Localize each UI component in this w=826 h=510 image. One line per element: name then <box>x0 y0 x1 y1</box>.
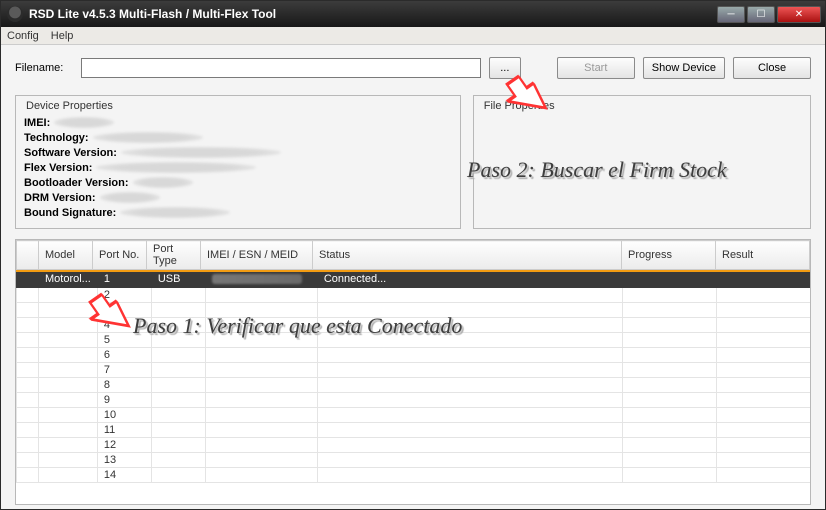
table-row[interactable]: 11 <box>17 422 811 437</box>
cell-port-no: 12 <box>97 437 151 452</box>
device-properties-panel: Device Properties IMEI: Technology: Soft… <box>15 95 461 229</box>
table-row[interactable]: Motorol... 1 USB Connected... <box>17 272 811 287</box>
prop-drm-label: DRM Version: <box>24 192 96 204</box>
prop-technology-label: Technology: <box>24 132 89 144</box>
prop-technology-value <box>93 132 203 143</box>
file-properties-panel: File Properties <box>473 95 811 229</box>
show-device-button[interactable]: Show Device <box>643 57 725 79</box>
cell-port-type: USB <box>151 272 205 287</box>
cell-model: Motorol... <box>39 272 98 287</box>
col-result[interactable]: Result <box>716 241 810 270</box>
cell-port-no: 6 <box>97 347 151 362</box>
table-row[interactable]: 10 <box>17 407 811 422</box>
cell-port-no: 10 <box>97 407 151 422</box>
cell-port-no: 1 <box>97 272 151 287</box>
col-port-no[interactable]: Port No. <box>93 241 147 270</box>
window-title: RSD Lite v4.5.3 Multi-Flash / Multi-Flex… <box>29 7 717 21</box>
start-button[interactable]: Start <box>557 57 635 79</box>
cell-port-no: 8 <box>97 377 151 392</box>
col-status[interactable]: Status <box>313 241 622 270</box>
close-button[interactable]: Close <box>733 57 811 79</box>
menubar: Config Help <box>1 27 825 45</box>
cell-port-no: 13 <box>97 452 151 467</box>
table-row[interactable]: 9 <box>17 392 811 407</box>
menu-config[interactable]: Config <box>7 30 39 42</box>
close-window-button[interactable]: ✕ <box>777 6 821 23</box>
cell-status: Connected... <box>317 272 622 287</box>
filename-label: Filename: <box>15 62 73 74</box>
cell-port-no: 7 <box>97 362 151 377</box>
cell-imei <box>205 272 317 287</box>
prop-imei-value <box>54 117 114 128</box>
cell-port-no: 5 <box>97 332 151 347</box>
table-row[interactable]: 4 <box>17 317 811 332</box>
table-row[interactable]: 8 <box>17 377 811 392</box>
prop-software-value <box>121 147 281 158</box>
col-model[interactable]: Model <box>39 241 93 270</box>
table-row[interactable]: 12 <box>17 437 811 452</box>
table-row[interactable]: 7 <box>17 362 811 377</box>
table-row[interactable]: 6 <box>17 347 811 362</box>
table-row[interactable]: 3 <box>17 302 811 317</box>
table-row[interactable]: 5 <box>17 332 811 347</box>
prop-bound-value <box>120 207 230 218</box>
table-row[interactable]: 13 <box>17 452 811 467</box>
col-port-type[interactable]: Port Type <box>147 241 201 270</box>
prop-imei-label: IMEI: <box>24 117 50 129</box>
menu-help[interactable]: Help <box>51 30 74 42</box>
prop-bound-label: Bound Signature: <box>24 207 116 219</box>
prop-flex-value <box>96 162 256 173</box>
device-properties-legend: Device Properties <box>24 100 452 112</box>
file-properties-legend: File Properties <box>482 100 802 112</box>
col-progress[interactable]: Progress <box>622 241 716 270</box>
filename-input[interactable] <box>81 58 481 78</box>
app-icon <box>7 6 23 22</box>
titlebar: RSD Lite v4.5.3 Multi-Flash / Multi-Flex… <box>1 1 825 27</box>
cell-port-no: 11 <box>97 422 151 437</box>
prop-flex-label: Flex Version: <box>24 162 92 174</box>
cell-port-no: 14 <box>97 467 151 482</box>
browse-button[interactable]: ... <box>489 57 521 79</box>
maximize-button[interactable]: ☐ <box>747 6 775 23</box>
prop-software-label: Software Version: <box>24 147 117 159</box>
prop-bootloader-label: Bootloader Version: <box>24 177 129 189</box>
prop-bootloader-value <box>133 177 193 188</box>
cell-port-no: 2 <box>97 287 151 302</box>
cell-port-no: 9 <box>97 392 151 407</box>
prop-drm-value <box>100 192 160 203</box>
cell-port-no: 4 <box>97 317 151 332</box>
device-table: Model Port No. Port Type IMEI / ESN / ME… <box>15 239 811 505</box>
col-imei[interactable]: IMEI / ESN / MEID <box>201 241 313 270</box>
table-row[interactable]: 2 <box>17 287 811 302</box>
col-index[interactable] <box>17 241 39 270</box>
minimize-button[interactable]: ─ <box>717 6 745 23</box>
table-row[interactable]: 14 <box>17 467 811 482</box>
cell-port-no: 3 <box>97 302 151 317</box>
